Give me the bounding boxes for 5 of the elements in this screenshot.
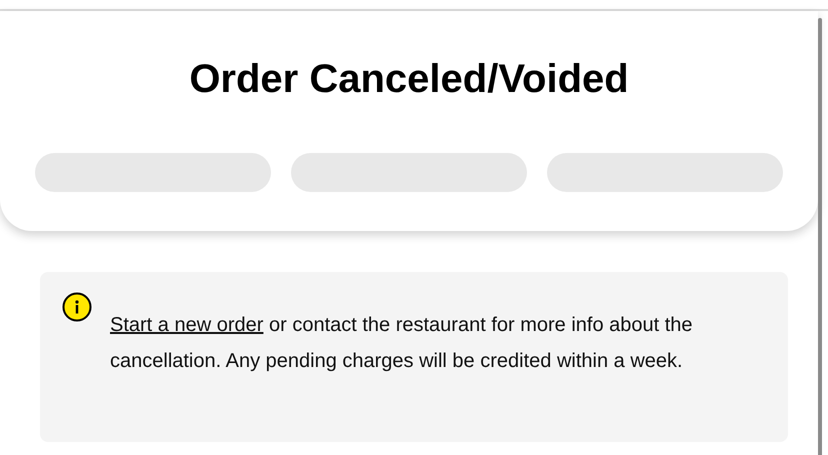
page-title: Order Canceled/Voided [189, 56, 629, 103]
new-order-link[interactable]: Start a new order [110, 314, 264, 336]
notice-text: Start a new order or contact the restaurant for more info about the cancellation. Any pending charges will be credited within a week. [110, 313, 694, 374]
info-icon [62, 292, 92, 322]
scrollbar[interactable] [818, 18, 822, 455]
